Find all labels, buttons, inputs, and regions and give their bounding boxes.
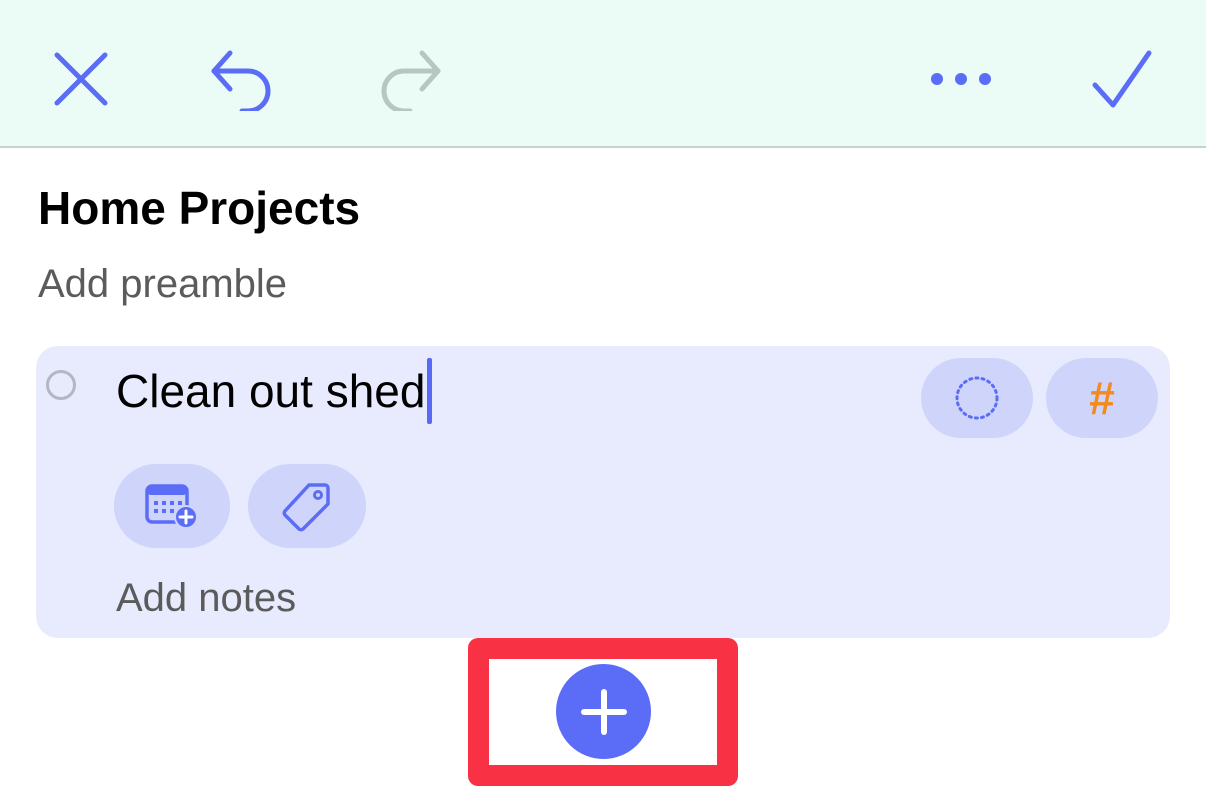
tag-icon [282,483,330,532]
close-icon [54,52,108,106]
plus-icon [580,688,627,735]
task-complete-radio[interactable] [46,370,76,400]
text-caret [427,358,433,424]
add-tag-button[interactable] [248,464,366,548]
redo-button[interactable] [364,34,454,124]
notes-placeholder[interactable]: Add notes [116,572,296,624]
redo-icon [381,50,441,111]
undo-icon [211,50,271,111]
calendar-add-icon [145,484,198,529]
task-title-field[interactable]: Clean out shed [116,358,433,424]
hashtag-icon: # [1089,372,1115,424]
more-icon [931,73,991,85]
progress-button[interactable] [921,358,1033,438]
undo-button[interactable] [198,34,288,124]
top-toolbar [0,0,1206,148]
add-date-button[interactable] [114,464,230,548]
close-button[interactable] [36,34,126,124]
done-button[interactable] [1076,34,1166,124]
progress-circle-icon [955,376,999,420]
list-title[interactable]: Home Projects [38,178,360,238]
more-button[interactable] [916,34,1006,124]
preamble-placeholder[interactable]: Add preamble [38,258,287,310]
checkmark-icon [1092,50,1152,108]
task-title-text: Clean out shed [116,365,426,417]
hashtag-button[interactable]: # [1046,358,1158,438]
task-card[interactable]: Clean out shed # Add notes [36,346,1170,638]
add-task-button[interactable] [556,664,651,759]
